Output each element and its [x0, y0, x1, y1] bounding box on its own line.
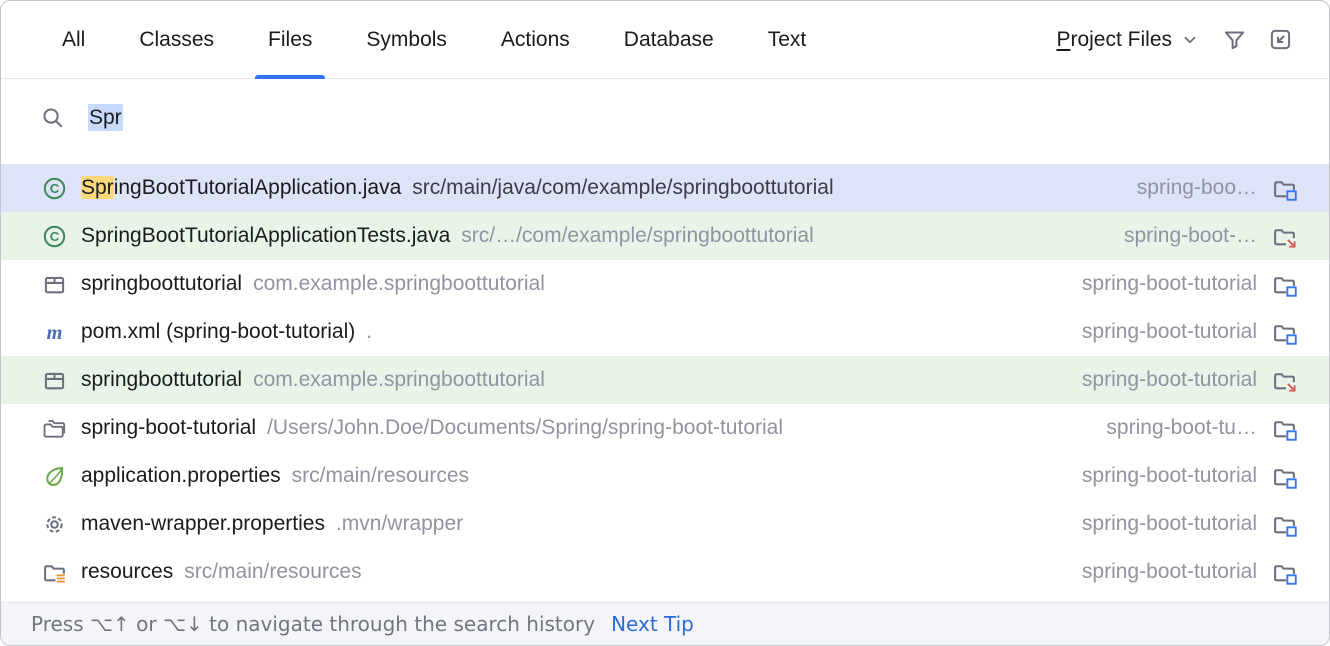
result-row[interactable]: C SpringBootTutorialApplication.java src…	[1, 164, 1329, 212]
module-folder-icon	[1271, 415, 1297, 441]
tab-symbols[interactable]: Symbols	[351, 1, 462, 78]
result-path: src/…/com/example/springboottutorial	[461, 224, 813, 248]
module-folder-icon	[1271, 463, 1297, 489]
footer-hint-bar: Press ⌥↑ or ⌥↓ to navigate through the s…	[1, 602, 1329, 645]
chevron-down-icon	[1181, 31, 1199, 49]
svg-text:m: m	[46, 322, 62, 344]
search-input-selected-text: Spr	[88, 104, 123, 131]
module-folder-icon	[1271, 559, 1297, 585]
result-row[interactable]: springboottutorial com.example.springboo…	[1, 260, 1329, 308]
tab-files[interactable]: Files	[253, 1, 327, 78]
module-folder-icon	[1271, 511, 1297, 537]
open-in-editor-button[interactable]	[1261, 21, 1299, 59]
result-module: spring-boo…	[1117, 176, 1257, 200]
result-module: spring-boot-tutorial	[1062, 368, 1257, 392]
result-path: com.example.springboottutorial	[253, 368, 545, 392]
result-name: spring-boot-tutorial	[81, 416, 256, 440]
module-folder-icon	[1271, 175, 1297, 201]
filter-button[interactable]	[1215, 21, 1253, 59]
result-name: SpringBootTutorialApplicationTests.java	[81, 224, 450, 248]
result-name: springboottutorial	[81, 272, 242, 296]
result-path: com.example.springboottutorial	[253, 272, 545, 296]
test-module-folder-icon	[1271, 367, 1297, 393]
tab-text[interactable]: Text	[753, 1, 822, 78]
result-row[interactable]: C SpringBootTutorialApplicationTests.jav…	[1, 212, 1329, 260]
maven-icon: m	[41, 319, 67, 345]
results-list: C SpringBootTutorialApplication.java src…	[1, 164, 1329, 596]
result-name: springboottutorial	[81, 368, 242, 392]
search-icon	[41, 106, 64, 129]
result-module: spring-boot-tutorial	[1062, 320, 1257, 344]
result-module: spring-boot-tutorial	[1062, 512, 1257, 536]
scope-label: Project Files	[1056, 28, 1172, 52]
result-path: src/main/resources	[184, 560, 361, 584]
result-path: src/main/resources	[292, 464, 469, 488]
result-name: application.properties	[81, 464, 281, 488]
open-in-editor-icon	[1268, 27, 1293, 52]
result-name: SpringBootTutorialApplication.java	[81, 176, 401, 200]
tab-all[interactable]: All	[47, 1, 100, 78]
resources-folder-icon	[41, 559, 67, 585]
tab-actions[interactable]: Actions	[486, 1, 585, 78]
result-module: spring-boot-tu…	[1086, 416, 1257, 440]
next-tip-link[interactable]: Next Tip	[611, 612, 694, 636]
search-everywhere-dialog: All Classes Files Symbols Actions Databa…	[0, 0, 1330, 646]
svg-text:C: C	[49, 229, 59, 244]
search-history-hint: Press ⌥↑ or ⌥↓ to navigate through the s…	[31, 612, 595, 636]
search-input[interactable]: Spr	[88, 106, 123, 130]
result-row[interactable]: maven-wrapper.properties .mvn/wrapper sp…	[1, 500, 1329, 548]
tab-database[interactable]: Database	[609, 1, 729, 78]
result-row[interactable]: springboottutorial com.example.springboo…	[1, 356, 1329, 404]
result-row[interactable]: application.properties src/main/resource…	[1, 452, 1329, 500]
result-path: src/main/java/com/example/springboottuto…	[412, 176, 833, 200]
java-class-icon: C	[41, 223, 67, 249]
search-tabs-bar: All Classes Files Symbols Actions Databa…	[1, 1, 1329, 79]
test-module-folder-icon	[1271, 223, 1297, 249]
result-row[interactable]: resources src/main/resources spring-boot…	[1, 548, 1329, 596]
module-folder-icon	[1271, 271, 1297, 297]
result-name: pom.xml (spring-boot-tutorial)	[81, 320, 355, 344]
match-highlight: Spr	[81, 176, 114, 199]
project-folder-icon	[41, 415, 67, 441]
module-folder-icon	[1271, 319, 1297, 345]
result-module: spring-boot-…	[1104, 224, 1257, 248]
result-row[interactable]: spring-boot-tutorial /Users/John.Doe/Doc…	[1, 404, 1329, 452]
package-icon	[41, 367, 67, 393]
tab-classes[interactable]: Classes	[124, 1, 229, 78]
result-module: spring-boot-tutorial	[1062, 464, 1257, 488]
spring-leaf-icon	[41, 463, 67, 489]
result-module: spring-boot-tutorial	[1062, 272, 1257, 296]
result-name: resources	[81, 560, 173, 584]
java-class-icon: C	[41, 175, 67, 201]
search-bar: Spr	[1, 79, 1329, 156]
result-name: maven-wrapper.properties	[81, 512, 325, 536]
filter-icon	[1222, 27, 1247, 52]
scope-selector[interactable]: Project Files	[1048, 1, 1207, 78]
result-module: spring-boot-tutorial	[1062, 560, 1257, 584]
result-path: .mvn/wrapper	[336, 512, 463, 536]
gear-icon	[41, 511, 67, 537]
result-path: /Users/John.Doe/Documents/Spring/spring-…	[267, 416, 783, 440]
svg-text:C: C	[49, 181, 59, 196]
package-icon	[41, 271, 67, 297]
result-row[interactable]: m pom.xml (spring-boot-tutorial) . sprin…	[1, 308, 1329, 356]
result-path: .	[366, 320, 372, 344]
